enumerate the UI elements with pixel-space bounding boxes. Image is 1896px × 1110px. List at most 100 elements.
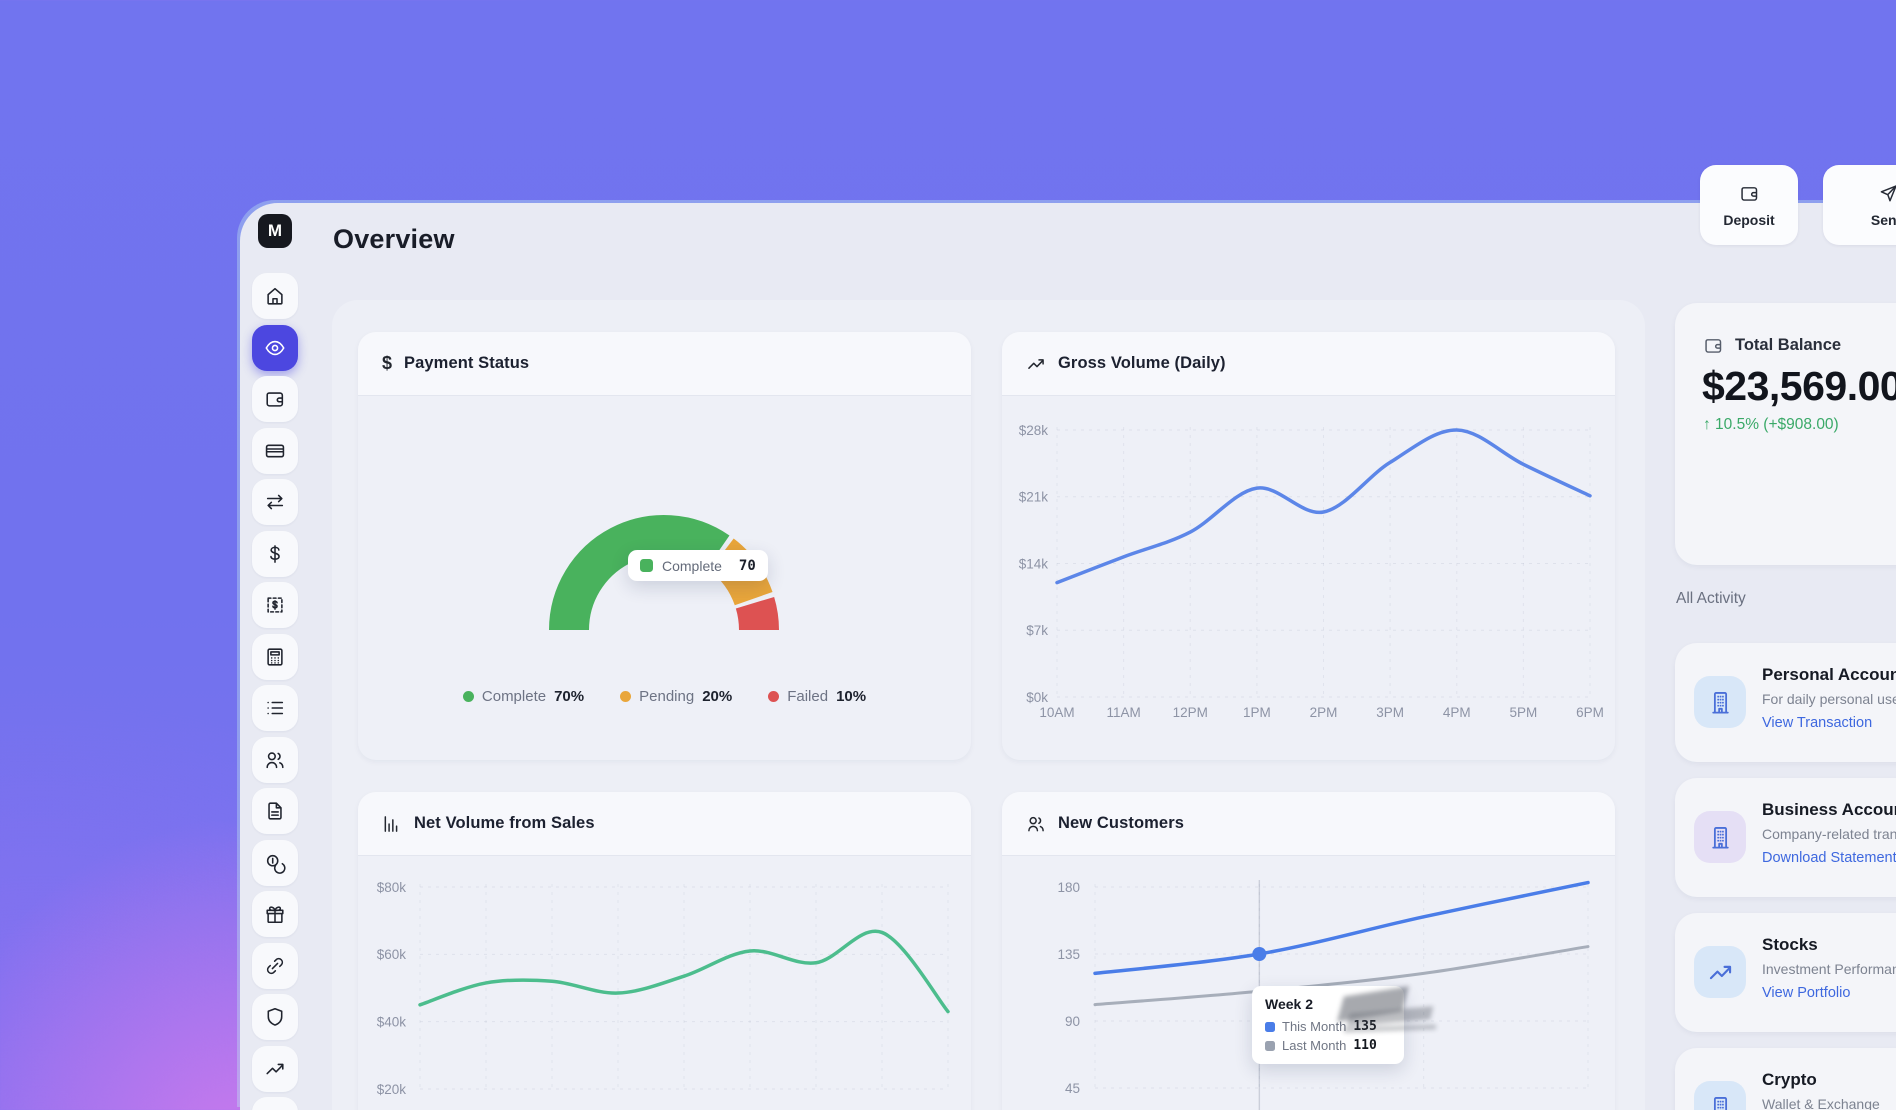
x-tick-label: 3PM bbox=[1376, 705, 1404, 720]
x-tick-label: 4PM bbox=[1443, 705, 1471, 720]
this-month-swatch bbox=[1265, 1022, 1275, 1032]
page-title: Overview bbox=[333, 224, 455, 255]
document-icon bbox=[264, 800, 286, 822]
dollar-icon: $ bbox=[382, 353, 392, 374]
y-tick-label: $60k bbox=[377, 947, 407, 962]
y-tick-label: 135 bbox=[1057, 947, 1080, 962]
y-tick-label: 45 bbox=[1065, 1081, 1080, 1096]
shield-icon bbox=[264, 1006, 286, 1028]
calculator-icon bbox=[264, 646, 286, 668]
sidebar-item-home[interactable] bbox=[252, 273, 298, 319]
dollar-icon bbox=[264, 543, 286, 565]
gross-volume-card: Gross Volume (Daily) $28k$21k$14k$7k$0k1… bbox=[1002, 332, 1615, 760]
wallet-icon bbox=[1739, 183, 1760, 204]
x-tick-label: 10AM bbox=[1039, 705, 1074, 720]
sidebar-item-list[interactable] bbox=[252, 685, 298, 731]
sidebar-item-eye[interactable] bbox=[252, 325, 298, 371]
activity-title: Personal Account bbox=[1762, 665, 1896, 685]
legend-value: 70% bbox=[554, 688, 584, 705]
new-customers-title: New Customers bbox=[1058, 814, 1184, 833]
paper-plane-icon bbox=[1878, 183, 1896, 204]
sidebar-item-link[interactable] bbox=[252, 943, 298, 989]
activity-link[interactable]: Download Statement bbox=[1762, 850, 1896, 866]
sidebar-item-coins[interactable] bbox=[252, 840, 298, 886]
payment-status-header: $ Payment Status bbox=[358, 332, 971, 396]
app-logo: M bbox=[258, 214, 292, 248]
series-net-volume bbox=[420, 931, 948, 1011]
payment-status-title: Payment Status bbox=[404, 354, 529, 373]
activity-link[interactable]: View Portfolio bbox=[1762, 985, 1850, 1001]
x-tick-label: 5PM bbox=[1509, 705, 1537, 720]
y-tick-label: $28k bbox=[1019, 423, 1049, 438]
link-icon bbox=[264, 955, 286, 977]
send-button[interactable]: Send bbox=[1823, 165, 1896, 245]
payment-status-card: $ Payment Status Complete 70 Complete 70… bbox=[358, 332, 971, 760]
wallet-icon bbox=[264, 388, 286, 410]
users-icon bbox=[264, 749, 286, 771]
legend-item-complete: Complete 70% bbox=[463, 688, 584, 705]
sidebar-item-device[interactable] bbox=[252, 1097, 298, 1110]
legend-value: 10% bbox=[836, 688, 866, 705]
sidebar-item-transfers[interactable] bbox=[252, 479, 298, 525]
legend-label: Complete bbox=[482, 688, 546, 705]
y-tick-label: 180 bbox=[1057, 880, 1080, 895]
sidebar-item-calculator[interactable] bbox=[252, 634, 298, 680]
new-customers-header: New Customers bbox=[1002, 792, 1615, 856]
users-icon bbox=[1026, 814, 1046, 834]
total-balance-card: Total Balance $23,569.00 ↑ 10.5% (+$908.… bbox=[1675, 303, 1896, 565]
activity-title: Stocks bbox=[1762, 935, 1818, 955]
y-tick-label: $21k bbox=[1019, 490, 1049, 505]
x-tick-label: 1PM bbox=[1243, 705, 1271, 720]
building-icon bbox=[1694, 676, 1746, 728]
bar-chart-icon bbox=[382, 814, 402, 834]
y-tick-label: $14k bbox=[1019, 556, 1049, 571]
credit-card-icon bbox=[264, 440, 286, 462]
legend-dot bbox=[620, 691, 631, 702]
eye-icon bbox=[264, 337, 286, 359]
wallet-icon bbox=[1703, 335, 1724, 356]
sidebar-item-users[interactable] bbox=[252, 737, 298, 783]
legend-dot bbox=[768, 691, 779, 702]
building-icon bbox=[1694, 811, 1746, 863]
activity-card-stocks: Stocks Investment PerformanceView Portfo… bbox=[1675, 913, 1896, 1032]
activity-card-business-account: Business Account Company-related transac… bbox=[1675, 778, 1896, 897]
activity-subtitle: For daily personal use bbox=[1762, 691, 1896, 707]
net-volume-card: Net Volume from Sales $80k$60k$40k$20k bbox=[358, 792, 971, 1110]
sidebar-item-wallet[interactable] bbox=[252, 376, 298, 422]
payment-legend: Complete 70% Pending 20% Failed 10% bbox=[358, 688, 971, 705]
gross-volume-chart: $28k$21k$14k$7k$0k10AM11AM12PM1PM2PM3PM4… bbox=[1002, 332, 1615, 760]
sidebar-item-trending-up[interactable] bbox=[252, 1046, 298, 1092]
sidebar-item-shield[interactable] bbox=[252, 994, 298, 1040]
sidebar-item-gift[interactable] bbox=[252, 891, 298, 937]
activity-title: Crypto bbox=[1762, 1070, 1817, 1090]
screen: { "app": { "logo_letter": "M", "title": … bbox=[0, 0, 1896, 1110]
balance-change: ↑ 10.5% (+$908.00) bbox=[1703, 416, 1839, 434]
net-volume-header: Net Volume from Sales bbox=[358, 792, 971, 856]
activity-title: Business Account bbox=[1762, 800, 1896, 820]
sidebar-item-dollar[interactable] bbox=[252, 531, 298, 577]
last-month-swatch bbox=[1265, 1041, 1275, 1051]
legend-label: Pending bbox=[639, 688, 694, 705]
activity-subtitle: Wallet & Exchange bbox=[1762, 1096, 1880, 1110]
sidebar-item-invoice[interactable] bbox=[252, 582, 298, 628]
activity-link[interactable]: View Transaction bbox=[1762, 715, 1872, 731]
y-tick-label: $20k bbox=[377, 1082, 407, 1097]
building-icon bbox=[1694, 1081, 1746, 1110]
gauge-tooltip-label: Complete bbox=[662, 558, 722, 574]
x-tick-label: 2PM bbox=[1310, 705, 1338, 720]
trending-up-icon bbox=[1026, 354, 1046, 374]
y-tick-label: $0k bbox=[1026, 690, 1048, 705]
legend-label: Failed bbox=[787, 688, 828, 705]
sidebar-item-document[interactable] bbox=[252, 788, 298, 834]
gross-volume-title: Gross Volume (Daily) bbox=[1058, 354, 1226, 373]
transfers-icon bbox=[264, 491, 286, 513]
activity-card-personal-account: Personal Account For daily personal use V… bbox=[1675, 643, 1896, 762]
deposit-button[interactable]: Deposit bbox=[1700, 165, 1798, 245]
trending-up-icon bbox=[264, 1058, 286, 1080]
net-volume-title: Net Volume from Sales bbox=[414, 814, 595, 833]
y-tick-label: $80k bbox=[377, 880, 407, 895]
activity-card-crypto: Crypto Wallet & Exchange bbox=[1675, 1048, 1896, 1110]
activity-subtitle: Company-related transactions bbox=[1762, 826, 1896, 842]
content-area: $ Payment Status Complete 70 Complete 70… bbox=[332, 300, 1645, 1110]
sidebar-item-credit-card[interactable] bbox=[252, 428, 298, 474]
